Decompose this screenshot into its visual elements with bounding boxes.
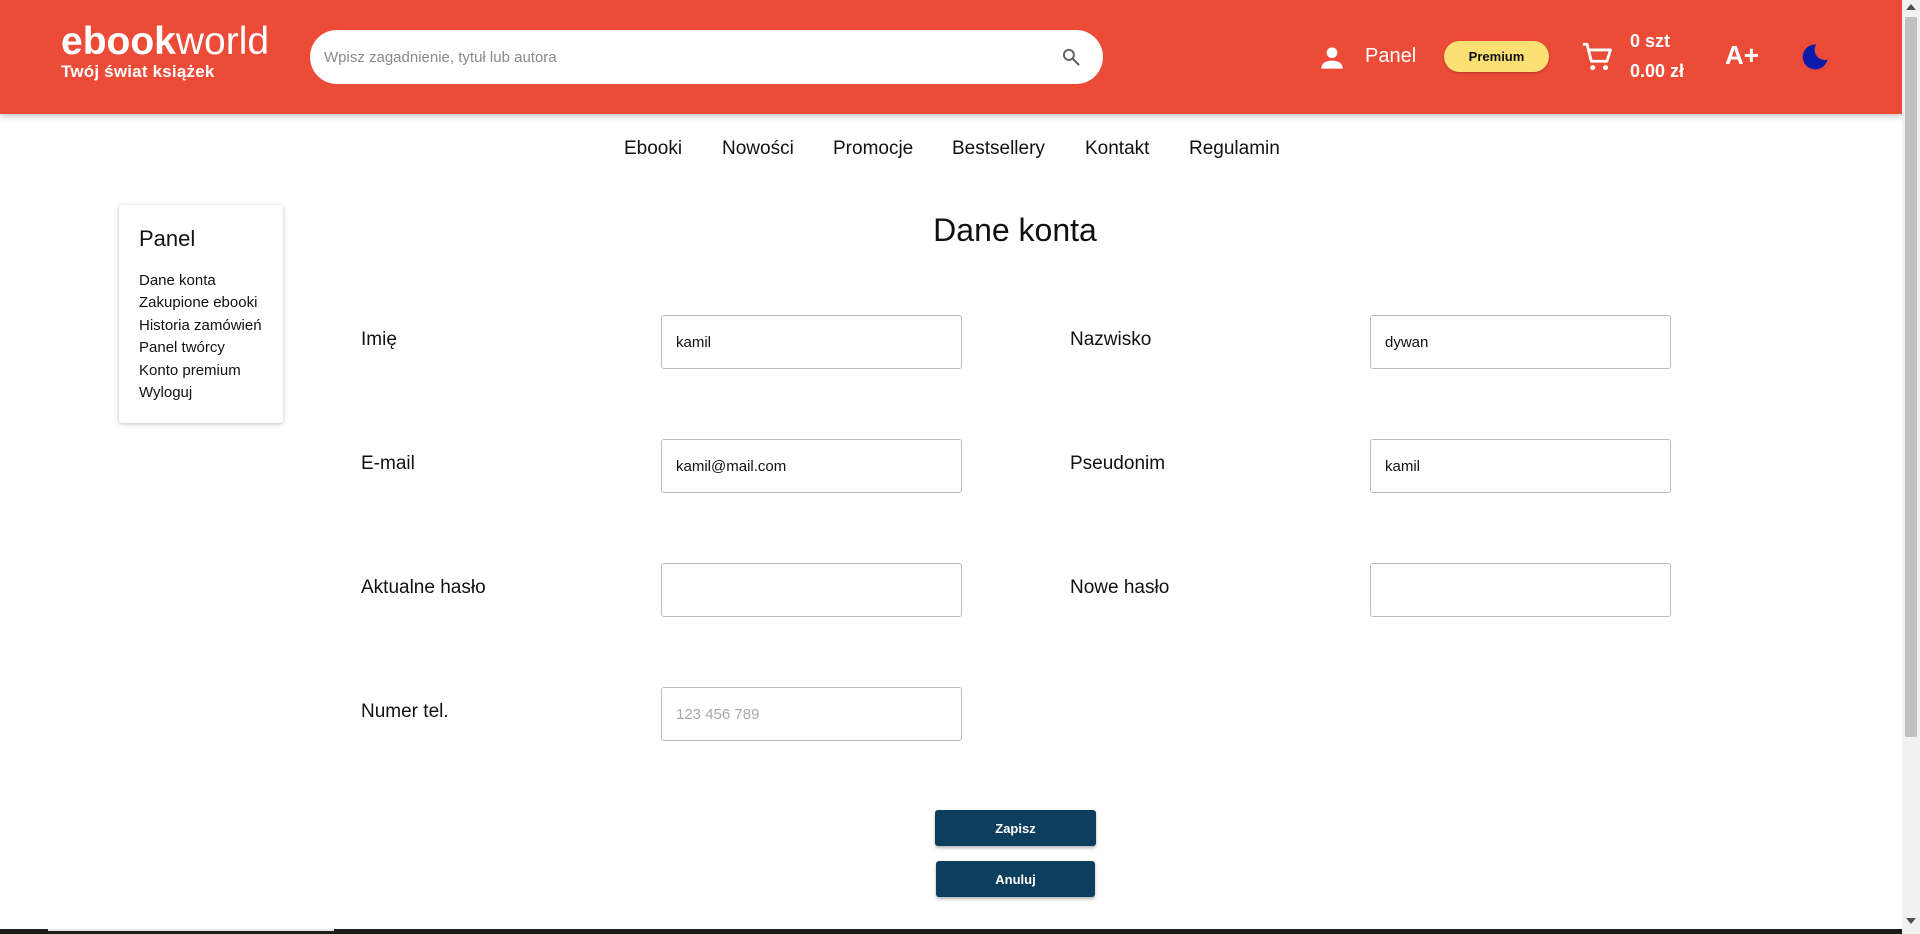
premium-button[interactable]: Premium — [1444, 41, 1549, 72]
save-button[interactable]: Zapisz — [935, 810, 1096, 846]
scrollbar-thumb[interactable] — [1905, 17, 1917, 737]
user-icon[interactable] — [1316, 42, 1348, 74]
new-password-field[interactable] — [1370, 563, 1671, 617]
nickname-label: Pseudonim — [1070, 453, 1166, 474]
search-bar — [310, 30, 1103, 84]
main-nav: Ebooki Nowości Promocje Bestsellery Kont… — [0, 138, 1902, 162]
sidebar-item-historia-zamowien[interactable]: Historia zamówień — [139, 315, 283, 337]
font-size-button[interactable]: A+ — [1725, 40, 1759, 71]
first-name-label: Imię — [361, 329, 397, 350]
new-password-label: Nowe hasło — [1070, 577, 1170, 598]
taskbar-highlight — [48, 929, 334, 931]
panel-link[interactable]: Panel — [1365, 45, 1416, 68]
page: ebookworld Twój świat książek Panel Prem… — [0, 0, 1920, 934]
phone-label: Numer tel. — [361, 701, 449, 722]
cart-icon[interactable] — [1580, 40, 1614, 74]
sidebar-item-dane-konta[interactable]: Dane konta — [139, 270, 283, 292]
search-icon[interactable] — [1061, 47, 1081, 67]
phone-field[interactable] — [661, 687, 962, 741]
email-field[interactable] — [661, 439, 962, 493]
logo-bold: ebook — [61, 20, 176, 63]
page-title: Dane konta — [933, 212, 1097, 248]
cancel-button[interactable]: Anuluj — [936, 861, 1095, 897]
search-input[interactable] — [324, 30, 1024, 84]
sidebar-item-zakupione-ebooki[interactable]: Zakupione ebooki — [139, 292, 283, 314]
email-label: E-mail — [361, 453, 415, 474]
logo-light: world — [175, 20, 270, 63]
scroll-up-arrow-icon[interactable] — [1906, 4, 1916, 10]
scroll-down-arrow-icon[interactable] — [1906, 918, 1916, 924]
first-name-field[interactable] — [661, 315, 962, 369]
last-name-field[interactable] — [1370, 315, 1671, 369]
last-name-label: Nazwisko — [1070, 329, 1152, 350]
current-password-field[interactable] — [661, 563, 962, 617]
nav-item-nowosci[interactable]: Nowości — [722, 138, 794, 160]
top-header: ebookworld Twój świat książek Panel Prem… — [0, 0, 1902, 114]
cart-total[interactable]: 0.00 zł — [1630, 61, 1684, 82]
nickname-field[interactable] — [1370, 439, 1671, 493]
nav-item-promocje[interactable]: Promocje — [833, 138, 913, 160]
logo-text: ebookworld — [61, 20, 269, 64]
sidebar-item-wyloguj[interactable]: Wyloguj — [139, 382, 283, 404]
nav-item-kontakt[interactable]: Kontakt — [1085, 138, 1149, 160]
logo-tagline: Twój świat książek — [61, 62, 215, 81]
sidebar-item-konto-premium[interactable]: Konto premium — [139, 360, 283, 382]
cart-quantity[interactable]: 0 szt — [1630, 31, 1670, 52]
current-password-label: Aktualne hasło — [361, 577, 486, 598]
nav-item-ebooki[interactable]: Ebooki — [624, 138, 682, 160]
logo[interactable]: ebookworld Twój świat książek — [61, 20, 269, 81]
dark-mode-moon-icon[interactable] — [1800, 42, 1830, 72]
nav-item-bestsellery[interactable]: Bestsellery — [952, 138, 1045, 160]
sidebar-item-panel-tworcy[interactable]: Panel twórcy — [139, 337, 283, 359]
nav-item-regulamin[interactable]: Regulamin — [1189, 138, 1280, 160]
